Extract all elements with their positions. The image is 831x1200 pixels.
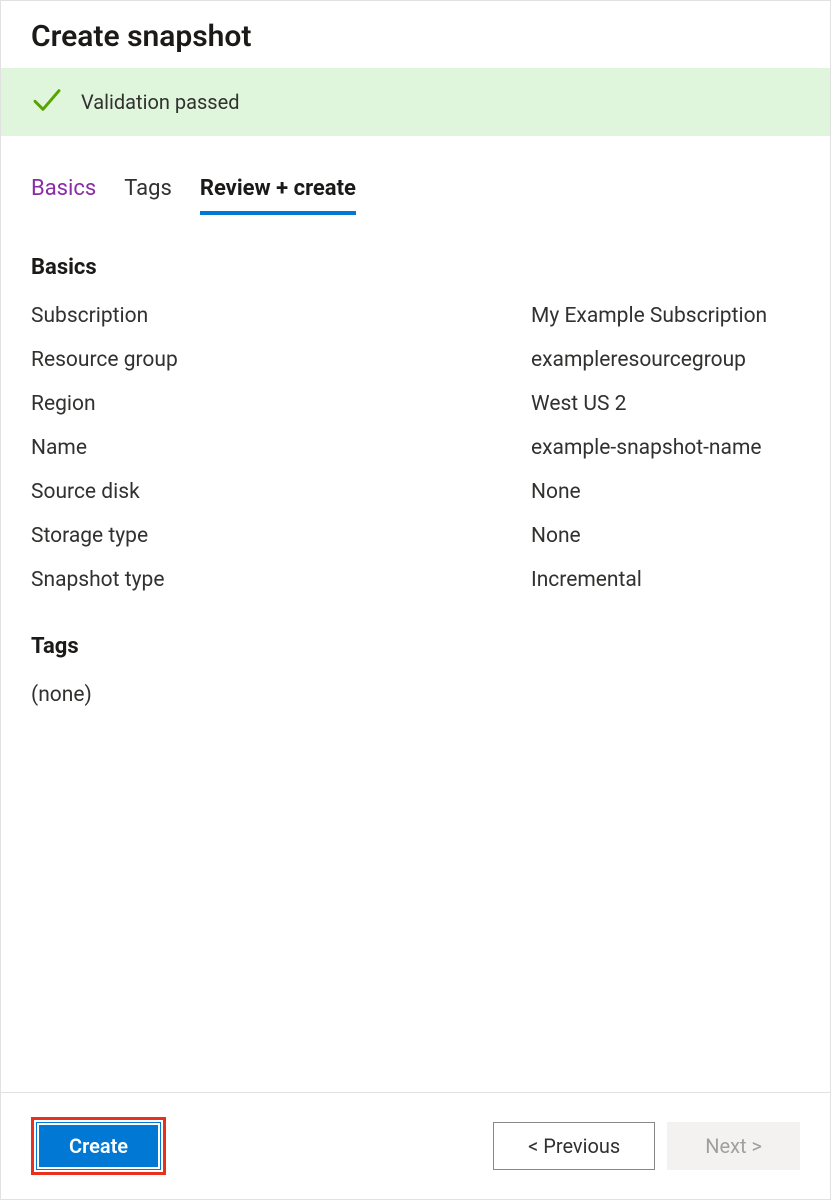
tabs: Basics Tags Review + create [31,176,800,215]
field-value: None [531,480,581,504]
page-title: Create snapshot [31,19,800,54]
field-value: None [531,524,581,548]
field-label: Region [31,392,531,416]
field-subscription: Subscription My Example Subscription [31,304,800,328]
footer: Create < Previous Next > [1,1092,830,1199]
tab-tags[interactable]: Tags [124,176,172,215]
tab-review-create[interactable]: Review + create [200,176,356,215]
field-value: My Example Subscription [531,304,767,328]
field-snapshot-type: Snapshot type Incremental [31,568,800,592]
basics-section: Basics Subscription My Example Subscript… [31,255,800,592]
create-button[interactable]: Create [37,1123,160,1169]
previous-button[interactable]: < Previous [493,1122,655,1170]
field-value: exampleresourcegroup [531,348,746,372]
tags-heading: Tags [31,634,800,659]
next-button: Next > [667,1122,800,1170]
field-label: Name [31,436,531,460]
field-source-disk: Source disk None [31,480,800,504]
field-label: Source disk [31,480,531,504]
tags-none-text: (none) [31,683,800,707]
field-label: Storage type [31,524,531,548]
basics-heading: Basics [31,255,800,280]
validation-banner: Validation passed [1,68,830,136]
field-label: Subscription [31,304,531,328]
field-name: Name example-snapshot-name [31,436,800,460]
field-label: Snapshot type [31,568,531,592]
field-value: West US 2 [531,392,626,416]
field-value: Incremental [531,568,642,592]
field-label: Resource group [31,348,531,372]
create-button-highlight: Create [31,1117,166,1175]
field-resource-group: Resource group exampleresourcegroup [31,348,800,372]
field-region: Region West US 2 [31,392,800,416]
tags-section: Tags (none) [31,634,800,707]
checkmark-icon [31,84,63,120]
tab-basics[interactable]: Basics [31,176,96,215]
validation-message: Validation passed [81,90,240,114]
field-storage-type: Storage type None [31,524,800,548]
field-value: example-snapshot-name [531,436,762,460]
